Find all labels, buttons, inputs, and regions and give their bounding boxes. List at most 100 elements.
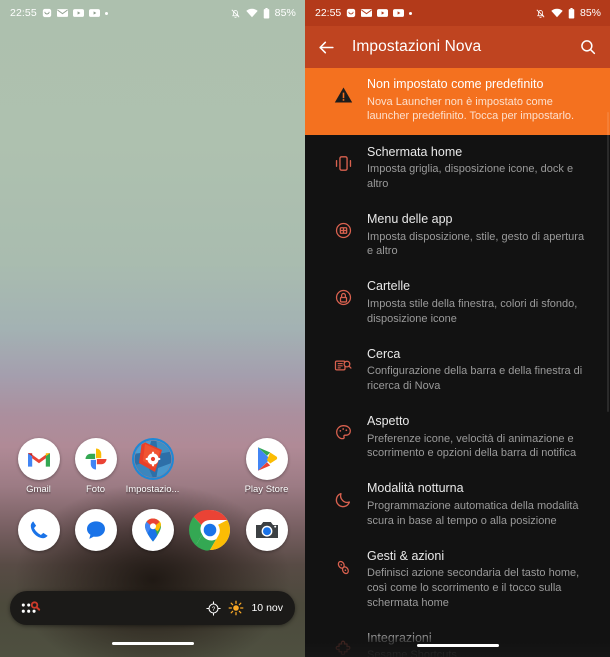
settings-item-schermata-home[interactable]: Schermata home Imposta griglia, disposiz… xyxy=(305,135,610,202)
left-status-bar-system: 85% xyxy=(230,7,296,19)
gmail-icon xyxy=(361,9,373,17)
item-title: Modalità notturna xyxy=(367,481,464,496)
left-status-bar: 22:55 85% xyxy=(0,0,305,26)
app-label: Gmail xyxy=(26,484,51,495)
item-text: Gesti & azioni Definisci azione secondar… xyxy=(367,549,596,611)
google-maps-icon xyxy=(131,509,174,551)
app-drawer-search-icon[interactable] xyxy=(21,600,41,616)
battery-icon xyxy=(263,7,270,19)
ringer-silent-icon xyxy=(230,8,241,19)
settings-item-modalita-notturna[interactable]: Modalità notturna Programmazione automat… xyxy=(305,471,610,538)
item-text: Schermata home Imposta griglia, disposiz… xyxy=(367,145,596,192)
moon-icon xyxy=(319,481,367,509)
youtube-icon xyxy=(72,9,84,17)
item-title: Schermata home xyxy=(367,144,463,159)
page-title: Impostazioni Nova xyxy=(352,38,482,55)
search-icon[interactable] xyxy=(579,38,597,56)
wifi-icon xyxy=(245,8,258,18)
at-a-glance-icon[interactable]: ? xyxy=(206,600,222,616)
dock-app-chrome[interactable] xyxy=(181,509,238,551)
left-nav-gesture-pill[interactable] xyxy=(111,641,194,645)
settings-item-cerca[interactable]: Cerca Configurazione della barra e della… xyxy=(305,337,610,404)
nova-search-widget[interactable]: ? 10 nov xyxy=(10,591,295,625)
youtube-music-icon xyxy=(88,9,100,17)
settings-item-gesti-azioni[interactable]: Gesti & azioni Definisci azione secondar… xyxy=(305,539,610,621)
youtube-icon xyxy=(377,9,389,17)
youtube-music-icon xyxy=(393,9,405,17)
gmail-icon xyxy=(56,9,68,17)
item-text: Cartelle Imposta stile della finestra, c… xyxy=(367,279,596,326)
puzzle-piece-icon xyxy=(319,631,367,657)
play-store-icon xyxy=(245,438,288,480)
sunny-icon[interactable] xyxy=(228,600,244,616)
item-text: Aspetto Preferenze icone, velocità di an… xyxy=(367,414,596,461)
widget-date: 10 nov xyxy=(251,602,283,614)
home-screen-icon xyxy=(319,145,367,173)
item-text: Modalità notturna Programmazione automat… xyxy=(367,481,596,528)
palette-icon xyxy=(319,414,367,442)
item-subtitle: Configurazione della barra e della fines… xyxy=(367,365,583,393)
banner-title: Non impostato come predefinito xyxy=(367,77,544,91)
item-subtitle: Preferenze icone, velocità di animazione… xyxy=(367,432,577,460)
dock-app-camera[interactable] xyxy=(238,509,295,551)
banner-subtitle: Nova Launcher non è impostato come launc… xyxy=(367,95,575,123)
gmail-icon xyxy=(17,438,60,480)
home-app-row-1: Gmail Foto Impostazio... Play Store xyxy=(0,438,305,495)
dock-app-messages[interactable] xyxy=(67,509,124,551)
settings-item-cartelle[interactable]: Cartelle Imposta stile della finestra, c… xyxy=(305,269,610,336)
gestures-icon xyxy=(319,549,367,577)
item-title: Menu delle app xyxy=(367,211,453,226)
more-notifications-dot xyxy=(104,11,108,15)
left-battery-percent: 85% xyxy=(274,7,296,19)
search-bar-icon xyxy=(319,347,367,375)
folder-icon xyxy=(319,279,367,307)
left-status-bar-notifications: 22:55 xyxy=(10,7,230,19)
svg-text:?: ? xyxy=(212,606,216,612)
dock-app-maps[interactable] xyxy=(124,509,181,551)
dock-app-phone[interactable] xyxy=(10,509,67,551)
nova-app-bar: Impostazioni Nova xyxy=(305,26,610,68)
messages-icon xyxy=(346,8,356,18)
item-subtitle: Imposta stile della finestra, colori di … xyxy=(367,297,578,325)
home-app-grid: Gmail Foto Impostazio... Play Store xyxy=(0,438,305,551)
home-app-foto[interactable]: Foto xyxy=(67,438,124,495)
more-notifications-dot xyxy=(409,11,413,15)
wifi-icon xyxy=(551,8,563,18)
right-battery-percent: 85% xyxy=(579,7,601,19)
right-nav-gesture-pill[interactable] xyxy=(416,643,499,647)
home-app-gmail[interactable]: Gmail xyxy=(10,438,67,495)
banner-text: Non impostato come predefinito Nova Laun… xyxy=(367,77,596,124)
item-title: Cartelle xyxy=(367,279,411,294)
settings-item-menu-delle-app[interactable]: Menu delle app Imposta disposizione, sti… xyxy=(305,202,610,269)
settings-item-aspetto[interactable]: Aspetto Preferenze icone, velocità di an… xyxy=(305,404,610,471)
right-status-bar: 22:55 85% xyxy=(305,0,610,26)
item-subtitle: Imposta griglia, disposizione icone, doc… xyxy=(367,163,574,191)
item-subtitle: Programmazione automatica della modalità… xyxy=(367,499,579,527)
nova-settings-icon xyxy=(131,438,174,480)
default-launcher-banner[interactable]: Non impostato come predefinito Nova Laun… xyxy=(305,68,610,135)
left-phone-home-screen: 22:55 85% Gmail Foto Impostazio... Play … xyxy=(0,0,305,657)
chrome-icon xyxy=(188,509,231,551)
nova-settings-list: Schermata home Imposta griglia, disposiz… xyxy=(305,134,610,657)
item-subtitle: Imposta disposizione, stile, gesto di ap… xyxy=(367,230,585,258)
home-app-play-store[interactable]: Play Store xyxy=(238,438,295,495)
item-title: Gesti & azioni xyxy=(367,548,445,563)
left-status-clock: 22:55 xyxy=(10,7,37,19)
item-text: Menu delle app Imposta disposizione, sti… xyxy=(367,212,596,259)
google-photos-icon xyxy=(74,438,117,480)
settings-item-integrazioni[interactable]: Integrazioni Sesame Shortcuts xyxy=(305,621,610,657)
item-text: Cerca Configurazione della barra e della… xyxy=(367,347,596,394)
app-drawer-icon xyxy=(319,212,367,240)
warning-triangle-icon xyxy=(319,77,367,104)
phone-icon xyxy=(17,509,60,551)
home-app-nova-settings[interactable]: Impostazio... xyxy=(124,438,181,495)
dual-screenshot-container: 22:55 85% Gmail Foto Impostazio... Play … xyxy=(0,0,610,657)
widget-right-group: ? 10 nov xyxy=(206,600,283,616)
back-arrow-icon[interactable] xyxy=(317,38,336,57)
item-subtitle: Sesame Shortcuts xyxy=(367,649,457,657)
right-status-bar-system: 85% xyxy=(535,7,601,19)
list-scrollbar[interactable] xyxy=(607,112,609,412)
item-subtitle: Definisci azione secondaria del tasto ho… xyxy=(367,567,580,609)
app-label: Impostazio... xyxy=(125,484,180,495)
messages-icon xyxy=(74,509,117,551)
